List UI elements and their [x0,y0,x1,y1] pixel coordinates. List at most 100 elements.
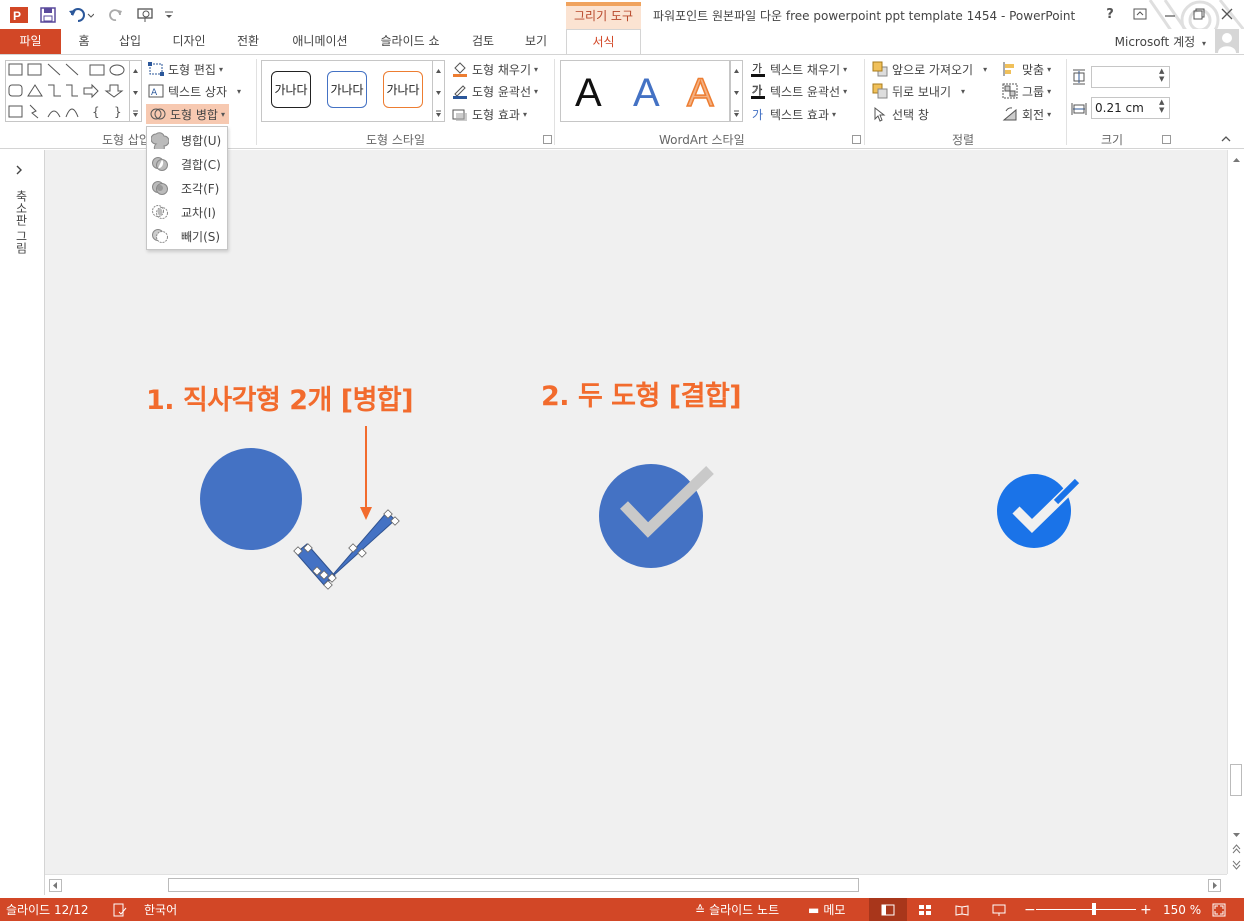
text-effects-button[interactable]: 가 텍스트 효과 ▾ [750,104,836,124]
close-icon[interactable] [1214,4,1240,24]
combined-check-icon[interactable] [997,474,1080,548]
shapes-gallery-scroll[interactable] [129,60,142,122]
width-spinner-icon[interactable]: ▲ ▼ [1159,98,1164,114]
tab-home[interactable]: 홈 [70,29,98,54]
tab-file[interactable]: 파일 [0,29,61,54]
tab-slideshow[interactable]: 슬라이드 쇼 [370,29,450,54]
notes-button[interactable]: ≙ 슬라이드 노트 [695,898,779,921]
blue-circle-shape[interactable] [200,448,302,550]
shape-outline-button[interactable]: 도형 윤곽선 ▾ [452,81,538,101]
merge-shapes-button[interactable]: 도형 병합 ▾ [146,104,229,124]
menu-item-combine[interactable]: 결합(C) [147,153,227,175]
shape-styles-scroll[interactable] [432,60,445,122]
slide-sorter-icon[interactable] [918,898,932,921]
scroll-right-icon[interactable] [1208,879,1221,892]
save-icon[interactable] [38,4,58,26]
zoom-slider[interactable] [1036,898,1136,921]
tab-transitions[interactable]: 전환 [228,29,268,54]
collapse-ribbon-icon[interactable] [1220,129,1232,149]
menu-item-union[interactable]: 병합(U) [147,129,227,151]
height-spinner-icon[interactable]: ▲ ▼ [1159,67,1164,83]
wordart-launcher-icon[interactable] [852,135,861,144]
wordart-style-black[interactable]: A [575,69,602,117]
rotate-button[interactable]: 회전 ▾ [1002,104,1051,124]
zoom-in-icon[interactable]: + [1140,898,1152,921]
next-slide-icon[interactable] [1232,859,1241,873]
scroll-up-icon[interactable] [1232,153,1241,167]
wordart-gallery[interactable]: A A A [560,60,730,122]
shapes-gallery-icons: {} [8,63,125,119]
zoom-out-icon[interactable]: − [1024,898,1036,921]
align-button[interactable]: 맞춤 ▾ [1002,59,1051,79]
fit-to-window-icon[interactable] [1212,898,1226,921]
start-slideshow-icon[interactable] [134,4,158,26]
reading-view-icon[interactable] [955,898,969,921]
previous-slide-icon[interactable] [1232,843,1241,857]
tab-insert[interactable]: 삽입 [110,29,150,54]
expand-thumbnails-icon[interactable] [14,164,24,179]
minimize-icon[interactable] [1157,4,1183,24]
vertical-scroll-thumb[interactable] [1230,764,1242,796]
tab-design[interactable]: 디자인 [163,29,215,54]
zoom-level[interactable]: 150 % [1163,898,1201,921]
shape-style-swatch-blue[interactable]: 가나다 [327,71,367,108]
bring-forward-button[interactable]: 앞으로 가져오기 ▾ [872,59,987,79]
rotate-icon [1002,106,1018,122]
selection-pane-button[interactable]: 선택 창 [872,104,929,124]
shape-style-swatch-dark[interactable]: 가나다 [271,71,311,108]
edit-shape-button[interactable]: 도형 편집 ▾ [148,59,223,79]
svg-text:가: 가 [752,62,762,75]
thumbnails-label[interactable]: 축소판 그림 [13,190,30,254]
shape-effects-button[interactable]: 도형 효과 ▾ [452,104,527,124]
zoom-slider-thumb[interactable] [1092,903,1096,915]
customize-qat-icon[interactable] [162,4,176,26]
text-box-button[interactable]: A 텍스트 상자 ▾ [148,81,241,101]
wordart-style-orange[interactable]: A [686,69,714,117]
horizontal-scroll-thumb[interactable] [168,878,859,892]
ribbon-display-options-icon[interactable] [1127,4,1153,24]
shape-fill-button[interactable]: 도형 채우기 ▾ [452,59,538,79]
tab-review[interactable]: 검토 [463,29,503,54]
text-fill-button[interactable]: 가 텍스트 채우기 ▾ [750,59,847,79]
normal-view-icon[interactable] [869,898,907,921]
intersect-icon [152,205,168,219]
shape-style-swatch-orange[interactable]: 가나다 [383,71,423,108]
undo-icon[interactable] [66,4,96,26]
selected-checkmark-shape[interactable] [293,509,400,590]
shape-styles-gallery[interactable]: 가나다 가나다 가나다 [261,60,433,122]
redo-icon[interactable] [106,4,126,26]
status-bar: 슬라이드 12/12 한국어 ≙ 슬라이드 노트 ▬ 메모 − + 150 % [0,898,1244,921]
menu-item-subtract[interactable]: 빼기(S) [147,225,227,247]
tab-view[interactable]: 보기 [516,29,556,54]
powerpoint-logo-icon: P [8,4,30,26]
tab-animations[interactable]: 애니메이션 [282,29,358,54]
slideshow-view-icon[interactable] [992,898,1006,921]
wordart-style-blue[interactable]: A [633,69,660,117]
shape-styles-launcher-icon[interactable] [543,135,552,144]
text-outline-button[interactable]: 가 텍스트 윤곽선 ▾ [750,81,847,101]
account-menu[interactable]: Microsoft 계정 ▾ [1115,33,1206,50]
menu-item-fragment[interactable]: 조각(F) [147,177,227,199]
help-icon[interactable]: ? [1097,4,1123,24]
wordart-scroll[interactable] [730,60,743,122]
send-backward-label: 뒤로 보내기 [892,84,952,99]
comments-button[interactable]: ▬ 메모 [808,898,845,921]
scroll-left-icon[interactable] [49,879,62,892]
tab-format[interactable]: 서식 [566,29,641,55]
group-button[interactable]: 그룹 ▾ [1002,81,1051,101]
spell-check-icon[interactable] [113,898,127,921]
shapes-gallery[interactable]: {} [5,60,130,122]
slide-counter[interactable]: 슬라이드 12/12 [6,898,89,921]
horizontal-scrollbar[interactable] [45,874,1227,895]
send-backward-button[interactable]: 뒤로 보내기 ▾ [872,81,965,101]
slide-canvas[interactable]: 1. 직사각형 2개 [병합] 2. 두 도형 [결합] [45,150,1227,874]
group-separator [554,59,555,145]
size-launcher-icon[interactable] [1162,135,1171,144]
scroll-down-icon[interactable] [1232,828,1241,842]
restore-icon[interactable] [1186,4,1212,24]
menu-item-intersect[interactable]: 교차(I) [147,201,227,223]
circle-with-check-shape[interactable] [599,464,714,568]
vertical-scrollbar[interactable] [1227,150,1244,874]
avatar[interactable] [1215,29,1239,53]
language-indicator[interactable]: 한국어 [144,898,177,921]
